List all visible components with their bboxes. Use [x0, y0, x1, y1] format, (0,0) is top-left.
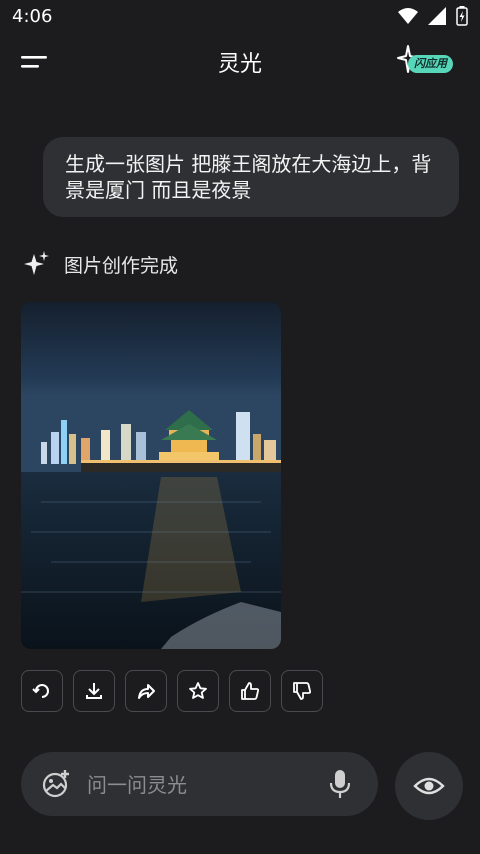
wifi-icon	[398, 8, 418, 24]
dislike-button[interactable]	[281, 670, 323, 712]
user-message-bubble: 生成一张图片 把滕王阁放在大海边上，背景是厦门 而且是夜景	[43, 137, 459, 217]
flash-app-badge: 闪应用	[408, 55, 453, 73]
eye-icon	[413, 777, 445, 795]
user-message-text: 生成一张图片 把滕王阁放在大海边上，背景是厦门 而且是夜景	[65, 152, 432, 202]
message-actions	[21, 670, 323, 712]
download-button[interactable]	[73, 670, 115, 712]
chat-input-bar	[21, 752, 378, 816]
result-status-row: 图片创作完成	[22, 248, 178, 280]
battery-icon	[456, 6, 468, 26]
regenerate-icon	[32, 684, 49, 698]
microphone-icon	[329, 770, 351, 798]
app-header: 灵光 闪应用	[0, 34, 480, 90]
share-button[interactable]	[125, 670, 167, 712]
signal-icon	[428, 7, 446, 25]
add-image-button[interactable]	[41, 768, 73, 800]
download-icon	[86, 683, 102, 699]
status-icons	[398, 6, 468, 26]
chat-input[interactable]	[85, 768, 309, 802]
result-status-label: 图片创作完成	[64, 254, 179, 277]
night-harbor-illustration	[21, 302, 281, 649]
add-image-icon	[42, 770, 69, 798]
sparkle-icon	[24, 251, 49, 275]
favorite-icon	[189, 682, 207, 699]
status-bar: 4:06	[0, 0, 480, 34]
dislike-icon	[293, 682, 312, 700]
flash-app-button[interactable]: 闪应用	[396, 44, 458, 80]
like-icon	[241, 682, 260, 700]
favorite-button[interactable]	[177, 670, 219, 712]
voice-input-button[interactable]	[328, 768, 352, 800]
status-time: 4:06	[12, 6, 53, 27]
share-icon	[138, 684, 155, 699]
like-button[interactable]	[229, 670, 271, 712]
vision-button[interactable]	[395, 752, 463, 820]
regenerate-button[interactable]	[21, 670, 63, 712]
generated-image[interactable]	[21, 302, 281, 649]
